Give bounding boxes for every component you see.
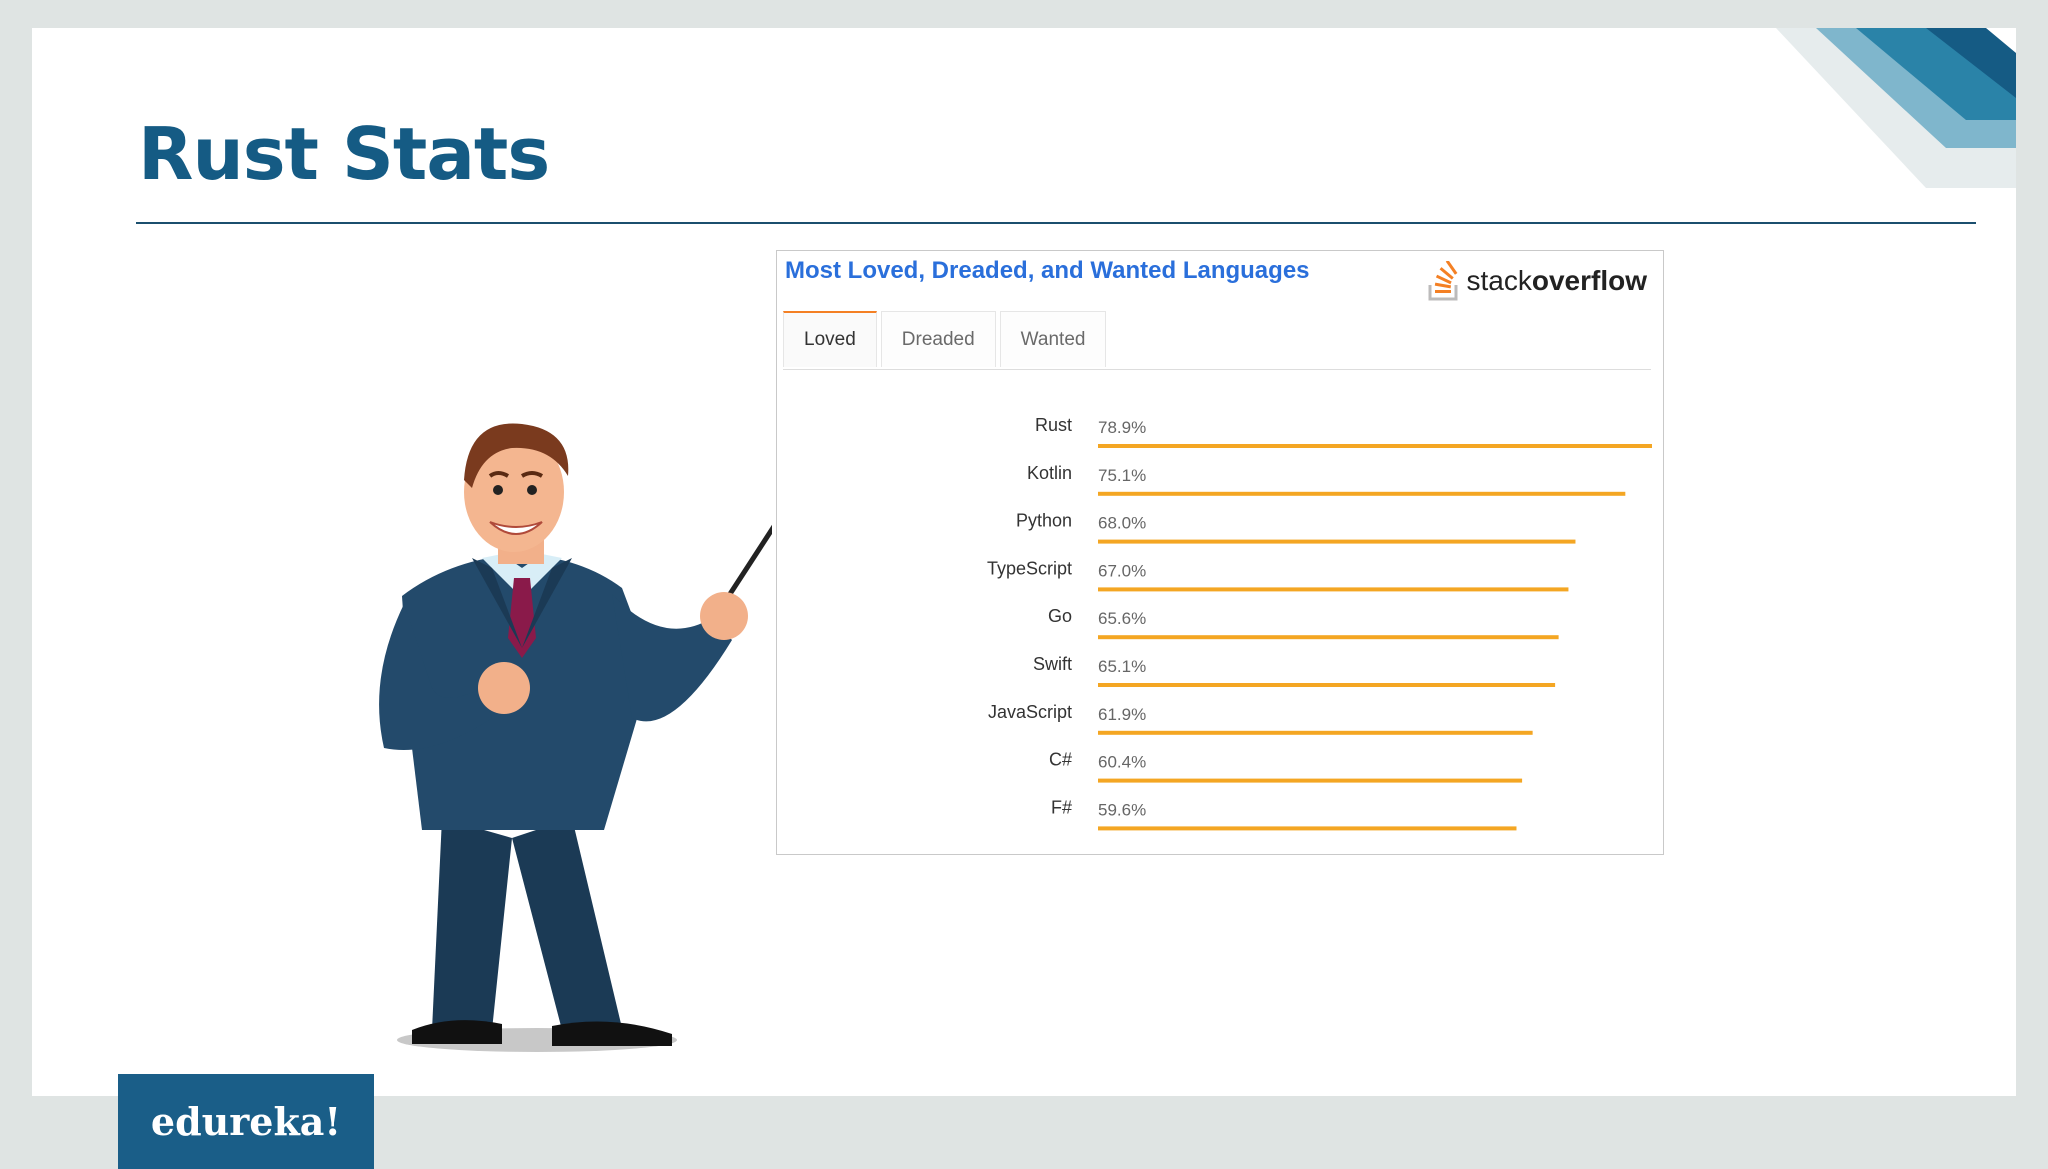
bar-csharp [1098, 778, 1523, 783]
logo-text-light: stack [1466, 265, 1532, 296]
bar-fsharp [1098, 826, 1517, 831]
value-label-rust: 78.9% [1098, 418, 1146, 437]
category-label-rust: Rust [1035, 415, 1072, 435]
value-label-swift: 65.1% [1098, 657, 1146, 676]
panel-title: Most Loved, Dreaded, and Wanted Language… [785, 257, 1310, 284]
bar-python [1098, 539, 1576, 544]
category-label-csharp: C# [1049, 750, 1072, 770]
tab-dreaded[interactable]: Dreaded [880, 311, 996, 367]
category-label-swift: Swift [1033, 654, 1072, 674]
bar-rust [1098, 444, 1652, 448]
tab-wanted[interactable]: Wanted [999, 311, 1107, 367]
value-label-typescript: 67.0% [1098, 561, 1146, 580]
title-divider [136, 222, 1976, 224]
tab-loved[interactable]: Loved [783, 311, 877, 367]
category-label-fsharp: F# [1051, 797, 1072, 817]
bar-swift [1098, 683, 1556, 687]
value-label-python: 68.0% [1098, 514, 1146, 533]
bar-javascript [1098, 730, 1533, 735]
category-label-javascript: JavaScript [988, 702, 1072, 722]
value-label-go: 65.6% [1098, 609, 1146, 628]
corner-decoration [1776, 28, 2016, 188]
value-label-fsharp: 59.6% [1098, 800, 1146, 819]
category-label-kotlin: Kotlin [1027, 463, 1072, 483]
edureka-logo: edureka! [118, 1074, 374, 1169]
category-label-typescript: TypeScript [987, 558, 1072, 578]
tab-bar: Loved Dreaded Wanted [783, 311, 1651, 370]
bar-typescript [1098, 587, 1569, 592]
category-label-python: Python [1016, 511, 1072, 531]
loved-languages-chart: Rust 78.9% Kotlin 75.1% Python 68.0% TypeScrip… [987, 415, 1652, 831]
presenter-illustration [379, 423, 772, 1052]
value-label-kotlin: 75.1% [1098, 466, 1146, 485]
category-label-go: Go [1048, 606, 1072, 626]
bar-kotlin [1098, 491, 1626, 496]
value-label-csharp: 60.4% [1098, 753, 1146, 772]
survey-panel: Most Loved, Dreaded, and Wanted Language… [776, 250, 1664, 855]
logo-text-bold: overflow [1531, 265, 1647, 296]
bar-go [1098, 635, 1559, 640]
stackoverflow-logo: stackoverflow [1427, 259, 1647, 303]
value-label-javascript: 61.9% [1098, 705, 1146, 724]
stackoverflow-icon [1428, 261, 1457, 301]
slide-title: Rust Stats [138, 112, 550, 196]
